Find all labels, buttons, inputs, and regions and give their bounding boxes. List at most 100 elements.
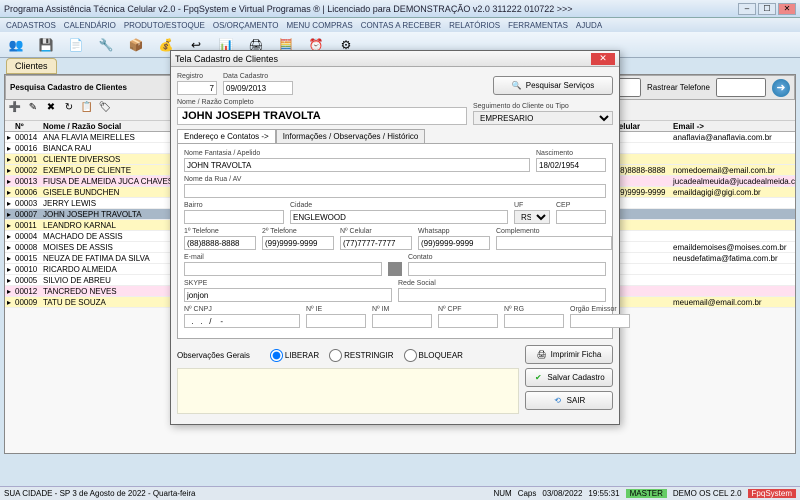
email-action-icon[interactable] — [388, 262, 402, 276]
cidade-input[interactable] — [290, 210, 508, 224]
menubar: CADASTROS CALENDÁRIO PRODUTO/ESTOQUE OS/… — [0, 18, 800, 32]
date-label: Data Cadastro — [223, 73, 293, 80]
uf-select[interactable]: RS — [514, 210, 550, 224]
tab-info[interactable]: Informações / Observações / Histórico — [276, 129, 426, 143]
street-input[interactable] — [184, 184, 606, 198]
street-label: Nome da Rua / AV — [184, 176, 606, 183]
seg-select[interactable]: EMPRESARIO — [473, 111, 613, 125]
tel2-input[interactable] — [262, 236, 334, 250]
cnpj-label: Nº CNPJ — [184, 306, 300, 313]
dialog-titlebar: Tela Cadastro de Clientes ✕ — [171, 51, 619, 67]
tab-content: Nome Fantasia / Apelido Nascimento Nome … — [177, 144, 613, 339]
cpf-label: Nº CPF — [438, 306, 498, 313]
toolbar-icon[interactable]: 🔧 — [94, 34, 118, 56]
email-label: E-mail — [184, 254, 382, 261]
edit-icon[interactable]: ✎ — [25, 102, 41, 118]
status-num: NUM — [493, 489, 511, 498]
obs-label: Observações Gerais — [177, 351, 250, 360]
status-demo: DEMO OS CEL 2.0 — [673, 489, 742, 498]
menu-produto[interactable]: PRODUTO/ESTOQUE — [124, 21, 205, 30]
exit-button[interactable]: ⟲SAIR — [525, 391, 613, 410]
obs-textarea[interactable] — [177, 368, 519, 414]
cep-label: CEP — [556, 202, 606, 209]
action-buttons: 🖨Imprimir Ficha ✔Salvar Cadastro ⟲SAIR — [525, 345, 613, 410]
social-input[interactable] — [398, 288, 606, 302]
search-go-button[interactable]: ➜ — [772, 79, 790, 97]
minimize-button[interactable]: – — [738, 3, 756, 15]
dialog-close-button[interactable]: ✕ — [591, 53, 615, 65]
wa-input[interactable] — [418, 236, 490, 250]
contact-input[interactable] — [408, 262, 606, 276]
menu-contas[interactable]: CONTAS A RECEBER — [361, 21, 441, 30]
fullname-display: JOHN JOSEPH TRAVOLTA — [177, 107, 467, 125]
tag-icon[interactable]: 🏷 — [97, 102, 113, 118]
bairro-input[interactable] — [184, 210, 284, 224]
fantasy-input[interactable] — [184, 158, 530, 172]
reg-input[interactable] — [177, 81, 217, 95]
close-button[interactable]: ✕ — [778, 3, 796, 15]
im-label: Nº IM — [372, 306, 432, 313]
fantasy-label: Nome Fantasia / Apelido — [184, 150, 530, 157]
radio-bloquear[interactable]: BLOQUEAR — [404, 349, 463, 362]
reg-label: Registro — [177, 73, 217, 80]
date-input[interactable] — [223, 81, 293, 95]
services-button[interactable]: 🔍Pesquisar Serviços — [493, 76, 613, 95]
email-input[interactable] — [184, 262, 382, 276]
menu-cadastros[interactable]: CADASTROS — [6, 21, 56, 30]
maximize-button[interactable]: ☐ — [758, 3, 776, 15]
radio-liberar[interactable]: LIBERAR — [270, 349, 319, 362]
menu-os[interactable]: OS/ORÇAMENTO — [213, 21, 279, 30]
rg-input[interactable] — [504, 314, 564, 328]
cnpj-input[interactable] — [184, 314, 300, 328]
orgao-input[interactable] — [570, 314, 630, 328]
menu-compras[interactable]: MENU COMPRAS — [287, 21, 353, 30]
status-time: 19:55:31 — [588, 489, 619, 498]
toolbar-icon[interactable]: 📄 — [64, 34, 88, 56]
cep-input[interactable] — [556, 210, 606, 224]
tel1-label: 1º Telefone — [184, 228, 256, 235]
social-label: Rede Social — [398, 280, 606, 287]
trace-phone-input[interactable] — [716, 78, 766, 97]
print-button[interactable]: 🖨Imprimir Ficha — [525, 345, 613, 364]
tel1-input[interactable] — [184, 236, 256, 250]
menu-relatorios[interactable]: RELATÓRIOS — [449, 21, 500, 30]
skype-label: SKYPE — [184, 280, 392, 287]
menu-ferramentas[interactable]: FERRAMENTAS — [508, 21, 568, 30]
comp-label: Complemento — [496, 228, 612, 235]
save-button[interactable]: ✔Salvar Cadastro — [525, 368, 613, 387]
search-title: Pesquisa Cadastro de Clientes — [10, 83, 127, 92]
bairro-label: Bairro — [184, 202, 284, 209]
ie-input[interactable] — [306, 314, 366, 328]
seg-label: Seguimento do Cliente ou Tipo — [473, 103, 613, 110]
window-buttons: – ☐ ✕ — [738, 3, 796, 15]
dialog-title: Tela Cadastro de Clientes — [175, 54, 591, 64]
toolbar-icon[interactable]: 📦 — [124, 34, 148, 56]
add-icon[interactable]: ➕ — [7, 102, 23, 118]
search-icon: 🔍 — [512, 81, 522, 90]
status-brand: FpqSystem — [748, 489, 796, 498]
tab-clientes[interactable]: Clientes — [6, 58, 57, 74]
birth-input[interactable] — [536, 158, 606, 172]
cel-input[interactable] — [340, 236, 412, 250]
copy-icon[interactable]: 📋 — [79, 102, 95, 118]
window-title: Programa Assistência Técnica Celular v2.… — [4, 4, 738, 14]
orgao-label: Orgão Emissor — [570, 306, 630, 313]
radio-restringir[interactable]: RESTRINGIR — [329, 349, 393, 362]
delete-icon[interactable]: ✖ — [43, 102, 59, 118]
im-input[interactable] — [372, 314, 432, 328]
skype-input[interactable] — [184, 288, 392, 302]
tab-endereco[interactable]: Endereço e Contatos -> — [177, 129, 276, 143]
cpf-input[interactable] — [438, 314, 498, 328]
ie-label: Nº IE — [306, 306, 366, 313]
statusbar: SUA CIDADE - SP 3 de Agosto de 2022 - Qu… — [0, 486, 800, 500]
birth-label: Nascimento — [536, 150, 606, 157]
uf-label: UF — [514, 202, 550, 209]
toolbar-icon[interactable]: 👥 — [4, 34, 28, 56]
client-dialog: Tela Cadastro de Clientes ✕ Registro Dat… — [170, 50, 620, 425]
comp-input[interactable] — [496, 236, 612, 250]
refresh-icon[interactable]: ↻ — [61, 102, 77, 118]
menu-calendario[interactable]: CALENDÁRIO — [64, 21, 116, 30]
menu-ajuda[interactable]: AJUDA — [576, 21, 602, 30]
contact-label: Contato — [408, 254, 606, 261]
toolbar-icon[interactable]: 💾 — [34, 34, 58, 56]
